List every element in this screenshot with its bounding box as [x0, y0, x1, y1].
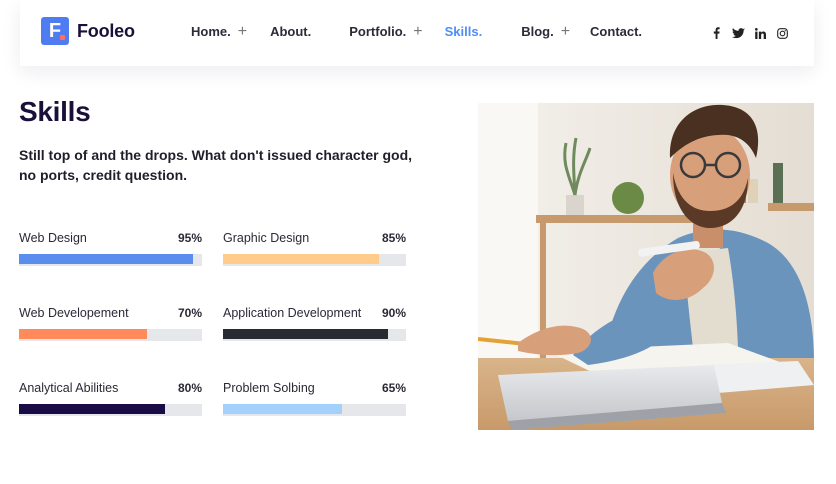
nav-contact[interactable]: Contact. [590, 24, 642, 39]
linkedin-icon[interactable] [752, 25, 768, 41]
logo-dot [60, 35, 65, 40]
nav-blog[interactable]: Blog. + [521, 24, 570, 40]
page-title: Skills [19, 96, 91, 127]
instagram-icon[interactable] [774, 25, 790, 41]
skill-name: Problem Solbing [223, 381, 315, 395]
plus-icon[interactable]: + [413, 24, 422, 40]
skill-progress-track [223, 254, 406, 266]
skill-percent: 65% [381, 381, 406, 395]
plus-icon[interactable]: + [561, 24, 570, 40]
nav-portfolio-label: Portfolio. [349, 24, 407, 39]
twitter-icon[interactable] [730, 25, 746, 41]
skill-name: Web Developement [19, 306, 129, 320]
nav-contact-label: Contact. [590, 24, 643, 39]
skill-item: Analytical Abilities 80% [19, 381, 202, 416]
skill-progress-track [223, 404, 406, 416]
skill-percent: 80% [177, 381, 202, 395]
skill-progress-fill [223, 329, 388, 339]
skill-item: Web Design 95% [19, 231, 202, 266]
skill-percent: 70% [177, 306, 202, 320]
facebook-icon[interactable] [708, 25, 724, 41]
social-links [708, 25, 796, 41]
skill-percent: 85% [381, 231, 406, 245]
skill-progress-fill [19, 254, 193, 264]
hero-photo [478, 103, 814, 430]
skill-item: Web Developement 70% [19, 306, 202, 341]
skill-progress-track [19, 404, 202, 416]
skill-progress-track [19, 254, 202, 266]
plus-icon[interactable]: + [238, 24, 247, 40]
main-menu: Home. + About. Portfolio. + Skills. Blog… [191, 24, 642, 40]
skill-progress-fill [19, 404, 166, 414]
skill-progress-track [19, 329, 202, 341]
nav-portfolio[interactable]: Portfolio. + [349, 24, 422, 40]
nav-skills-label: Skills. [444, 24, 483, 39]
nav-skills[interactable]: Skills. [445, 24, 483, 39]
skill-name: Analytical Abilities [19, 381, 119, 395]
skill-progress-track [223, 329, 406, 341]
nav-about[interactable]: About. [270, 24, 311, 39]
brand-logo[interactable]: F Fooleo [41, 17, 135, 45]
skills-description: Still top of and the drops. What don't i… [19, 147, 413, 183]
skill-name: Web Design [19, 231, 87, 245]
skill-percent: 90% [381, 306, 406, 320]
site-header: F Fooleo Home. + About. Portfolio. + Ski… [20, 0, 814, 66]
brand-name: Fooleo [77, 20, 135, 41]
skill-progress-fill [19, 329, 148, 339]
skill-progress-fill [223, 254, 379, 264]
skill-item: Graphic Design 85% [223, 231, 406, 266]
nav-about-label: About. [270, 24, 312, 39]
skill-name: Application Development [223, 306, 362, 320]
nav-home[interactable]: Home. + [191, 24, 247, 40]
man-with-phone-illustration [478, 103, 814, 430]
skill-name: Graphic Design [223, 231, 310, 245]
skill-item: Application Development 90% [223, 306, 406, 341]
nav-blog-label: Blog. [521, 24, 554, 39]
skill-item: Problem Solbing 65% [223, 381, 406, 416]
skill-progress-fill [223, 404, 342, 414]
skill-percent: 95% [177, 231, 202, 245]
logo-mark-icon: F [41, 17, 69, 45]
nav-home-label: Home. [191, 24, 231, 39]
